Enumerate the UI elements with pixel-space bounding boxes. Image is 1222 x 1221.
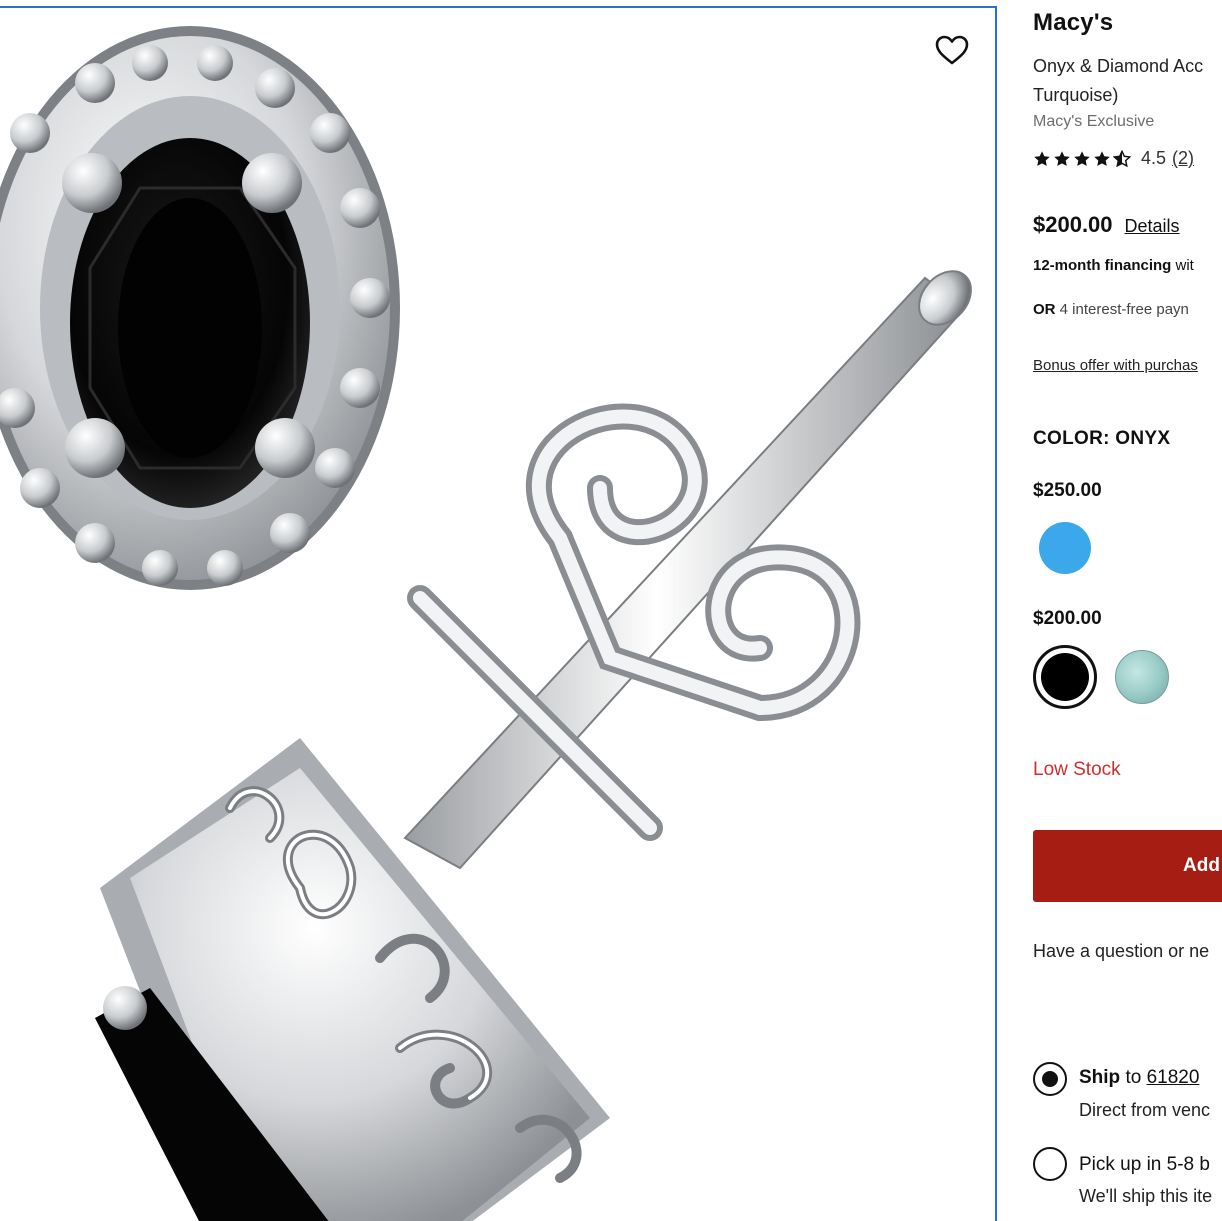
financing-offer[interactable]: 12-month financing wit bbox=[1033, 257, 1194, 274]
rating-value: 4.5 bbox=[1141, 148, 1167, 168]
bonus-offer-link[interactable]: Bonus offer with purchas bbox=[1033, 357, 1198, 374]
rating-stars bbox=[1033, 149, 1131, 168]
price-row: $200.00 Details bbox=[1033, 212, 1180, 238]
star-icon bbox=[1054, 150, 1070, 166]
heart-outline-icon bbox=[935, 35, 969, 65]
star-icon bbox=[1034, 150, 1050, 166]
tier-price-2: $200.00 bbox=[1033, 608, 1102, 629]
ship-to-text: to bbox=[1120, 1067, 1147, 1088]
pickup-option-title: Pick up in 5-8 b bbox=[1079, 1154, 1210, 1175]
brand-name[interactable]: Macy's bbox=[1033, 9, 1113, 37]
zip-code-link[interactable]: 61820 bbox=[1147, 1067, 1200, 1088]
wishlist-button[interactable] bbox=[930, 30, 974, 70]
star-half-icon bbox=[1113, 149, 1131, 167]
ship-radio[interactable] bbox=[1033, 1062, 1067, 1096]
product-details-panel: Macy's Onyx & Diamond Acc Turquoise) Mac… bbox=[1033, 0, 1222, 1221]
financing-rest: wit bbox=[1171, 257, 1194, 274]
tier-price-1: $250.00 bbox=[1033, 480, 1102, 501]
swatch-onyx-selected[interactable] bbox=[1033, 645, 1097, 709]
stock-status: Low Stock bbox=[1033, 759, 1121, 780]
ship-label: Ship bbox=[1079, 1067, 1121, 1088]
star-icon bbox=[1074, 150, 1090, 166]
ship-option-title: Ship to 61820 bbox=[1079, 1067, 1199, 1089]
product-title-line-1: Onyx & Diamond Acc bbox=[1033, 56, 1204, 76]
review-count-link[interactable]: (2) bbox=[1172, 148, 1194, 169]
product-page: Macy's Onyx & Diamond Acc Turquoise) Mac… bbox=[0, 0, 1222, 1221]
price: $200.00 bbox=[1033, 212, 1113, 237]
financing-bold: 12-month financing bbox=[1033, 257, 1172, 274]
swatch-turquoise[interactable] bbox=[1039, 522, 1091, 574]
pickup-option-sub: We'll ship this ite bbox=[1079, 1186, 1213, 1206]
installments-offer[interactable]: OR 4 interest-free payn bbox=[1033, 301, 1189, 318]
product-title-line-2: Turquoise) bbox=[1033, 85, 1119, 105]
product-title: Onyx & Diamond Acc Turquoise) bbox=[1033, 52, 1203, 110]
selected-color-label: COLOR: ONYX bbox=[1033, 428, 1171, 449]
product-image-panel bbox=[0, 6, 997, 1221]
add-to-bag-button[interactable]: Add bbox=[1033, 830, 1222, 902]
installments-or: OR bbox=[1033, 301, 1056, 318]
installments-rest: 4 interest-free payn bbox=[1055, 301, 1189, 318]
price-details-link[interactable]: Details bbox=[1125, 216, 1180, 237]
star-icon bbox=[1094, 150, 1110, 166]
rating-row[interactable]: 4.5 (2) bbox=[1033, 148, 1194, 169]
swatch-larimar[interactable] bbox=[1115, 650, 1169, 704]
ship-option-sub: Direct from venc bbox=[1079, 1100, 1211, 1120]
exclusive-label: Macy's Exclusive bbox=[1033, 113, 1155, 130]
pickup-radio[interactable] bbox=[1033, 1147, 1067, 1181]
question-prompt: Have a question or ne bbox=[1033, 941, 1210, 961]
product-image[interactable] bbox=[0, 8, 995, 1221]
swatch-onyx-fill bbox=[1041, 653, 1089, 701]
